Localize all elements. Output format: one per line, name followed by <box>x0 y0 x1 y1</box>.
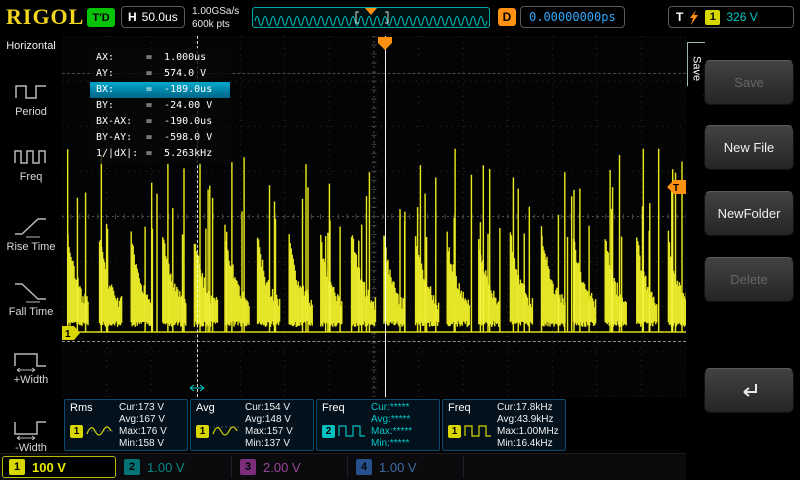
timebase-map[interactable] <box>252 7 490 28</box>
trigger-settings[interactable]: T 1 326 V <box>668 6 794 28</box>
avg-waveform-icon <box>212 422 240 440</box>
menu-button-back[interactable] <box>704 368 794 413</box>
channel-1-badge: 1 <box>448 425 461 438</box>
menu-button-delete[interactable]: Delete <box>704 257 794 302</box>
delay-value: 0.00000000ps <box>520 6 625 28</box>
brand-logo: RIGOL <box>6 4 84 30</box>
measure-sidebar: Horizontal Period Freq Rise Time Fall Ti… <box>0 36 62 453</box>
cursor-b-horizontal[interactable] <box>62 341 686 342</box>
return-arrow-icon <box>736 381 762 401</box>
measurement-box-rms[interactable]: Rms 1 Cur:173 V Avg:167 V Max:176 V Min:… <box>64 399 188 451</box>
channel-1-status[interactable]: 1 100 V <box>2 456 116 478</box>
cursor-row-inv-dx: 1/|dX|: = 5.263kHz <box>90 146 230 162</box>
cursor-measurement-panel: AX: = 1.000us AY: = 574.0 V BX: = -189.0… <box>90 48 230 164</box>
period-icon <box>13 78 49 104</box>
horizontal-timebase-control[interactable]: H 50.0us <box>121 6 185 28</box>
channel-4-status[interactable]: 4 1.00 V <box>350 456 464 478</box>
trigger-label: T <box>676 10 683 24</box>
trigger-level-value: 326 V <box>726 10 757 24</box>
softkey-menu: Save Save New File NewFolder Delete <box>686 36 800 480</box>
sidebar-item-fall-time[interactable]: Fall Time <box>0 258 62 318</box>
acquisition-info: 1.00GSa/s 600k pts <box>192 5 239 31</box>
measurement-box-freq-ch1[interactable]: Freq 1 Cur:17.8kHz Avg:43.9kHz Max:1.00M… <box>442 399 566 451</box>
rms-waveform-icon <box>86 422 114 440</box>
channel-3-status[interactable]: 3 2.00 V <box>234 456 348 478</box>
channel-1-badge: 1 <box>70 425 83 438</box>
sidebar-item-period[interactable]: Period <box>0 58 62 118</box>
cursor-row-bx-selected: BX: = -189.0us <box>90 82 230 98</box>
trigger-source-badge: 1 <box>705 10 720 25</box>
sidebar-title: Horizontal <box>0 40 62 52</box>
timebase-waveform-preview <box>253 8 489 27</box>
minus-width-icon <box>13 414 49 440</box>
channel-1-badge: 1 <box>196 425 209 438</box>
menu-button-new-folder[interactable]: NewFolder <box>704 191 794 236</box>
cursor-a-vertical[interactable] <box>385 36 386 397</box>
menu-button-save[interactable]: Save <box>704 60 794 105</box>
horizontal-label: H <box>128 10 137 24</box>
top-bar: RIGOL T'D H 50.0us 1.00GSa/s 600k pts D … <box>0 0 800 36</box>
sidebar-item-minus-width[interactable]: -Width <box>0 394 62 454</box>
cursor-row-by-ay: BY-AY: = -598.0 V <box>90 130 230 146</box>
plus-width-icon <box>13 346 49 372</box>
rise-time-icon <box>13 213 49 239</box>
sidebar-item-plus-width[interactable]: +Width <box>0 326 62 386</box>
menu-tab-save[interactable]: Save <box>687 42 705 96</box>
cursor-row-ax: AX: = 1.000us <box>90 50 230 66</box>
timebase-value: 50.0us <box>142 10 178 24</box>
sidebar-item-freq[interactable]: Freq <box>0 123 62 183</box>
edge-trigger-icon <box>689 10 699 25</box>
freq-waveform-icon <box>338 422 366 440</box>
freq-icon <box>13 143 49 169</box>
cursor-row-ay: AY: = 574.0 V <box>90 66 230 82</box>
delay-label: D <box>498 8 516 26</box>
measurement-bar: Rms 1 Cur:173 V Avg:167 V Max:176 V Min:… <box>62 398 686 453</box>
freq-waveform-icon <box>464 422 492 440</box>
waveform-display: 1 T AX: = 1.000us AY: = 574.0 V BX: = -1… <box>62 36 686 397</box>
cursor-row-by: BY: = -24.00 V <box>90 98 230 114</box>
sidebar-item-rise-time[interactable]: Rise Time <box>0 193 62 253</box>
channel-2-badge: 2 <box>322 425 335 438</box>
memory-depth: 600k pts <box>192 18 239 31</box>
fall-time-icon <box>13 278 49 304</box>
menu-button-new-file[interactable]: New File <box>704 125 794 170</box>
cursor-row-bx-ax: BX-AX: = -190.0us <box>90 114 230 130</box>
sample-rate: 1.00GSa/s <box>192 5 239 18</box>
trigger-delay-readout[interactable]: D 0.00000000ps <box>498 6 625 28</box>
measurement-box-avg[interactable]: Avg 1 Cur:154 V Avg:148 V Max:157 V Min:… <box>190 399 314 451</box>
trigger-status-badge: T'D <box>87 8 115 27</box>
channel-2-status[interactable]: 2 1.00 V <box>118 456 232 478</box>
channel-status-bar: 1 100 V 2 1.00 V 3 2.00 V 4 1.00 V <box>0 453 800 480</box>
trigger-position-marker[interactable] <box>365 8 377 15</box>
measurement-box-freq-ch2[interactable]: Freq 2 Cur:***** Avg:***** Max:***** Min… <box>316 399 440 451</box>
